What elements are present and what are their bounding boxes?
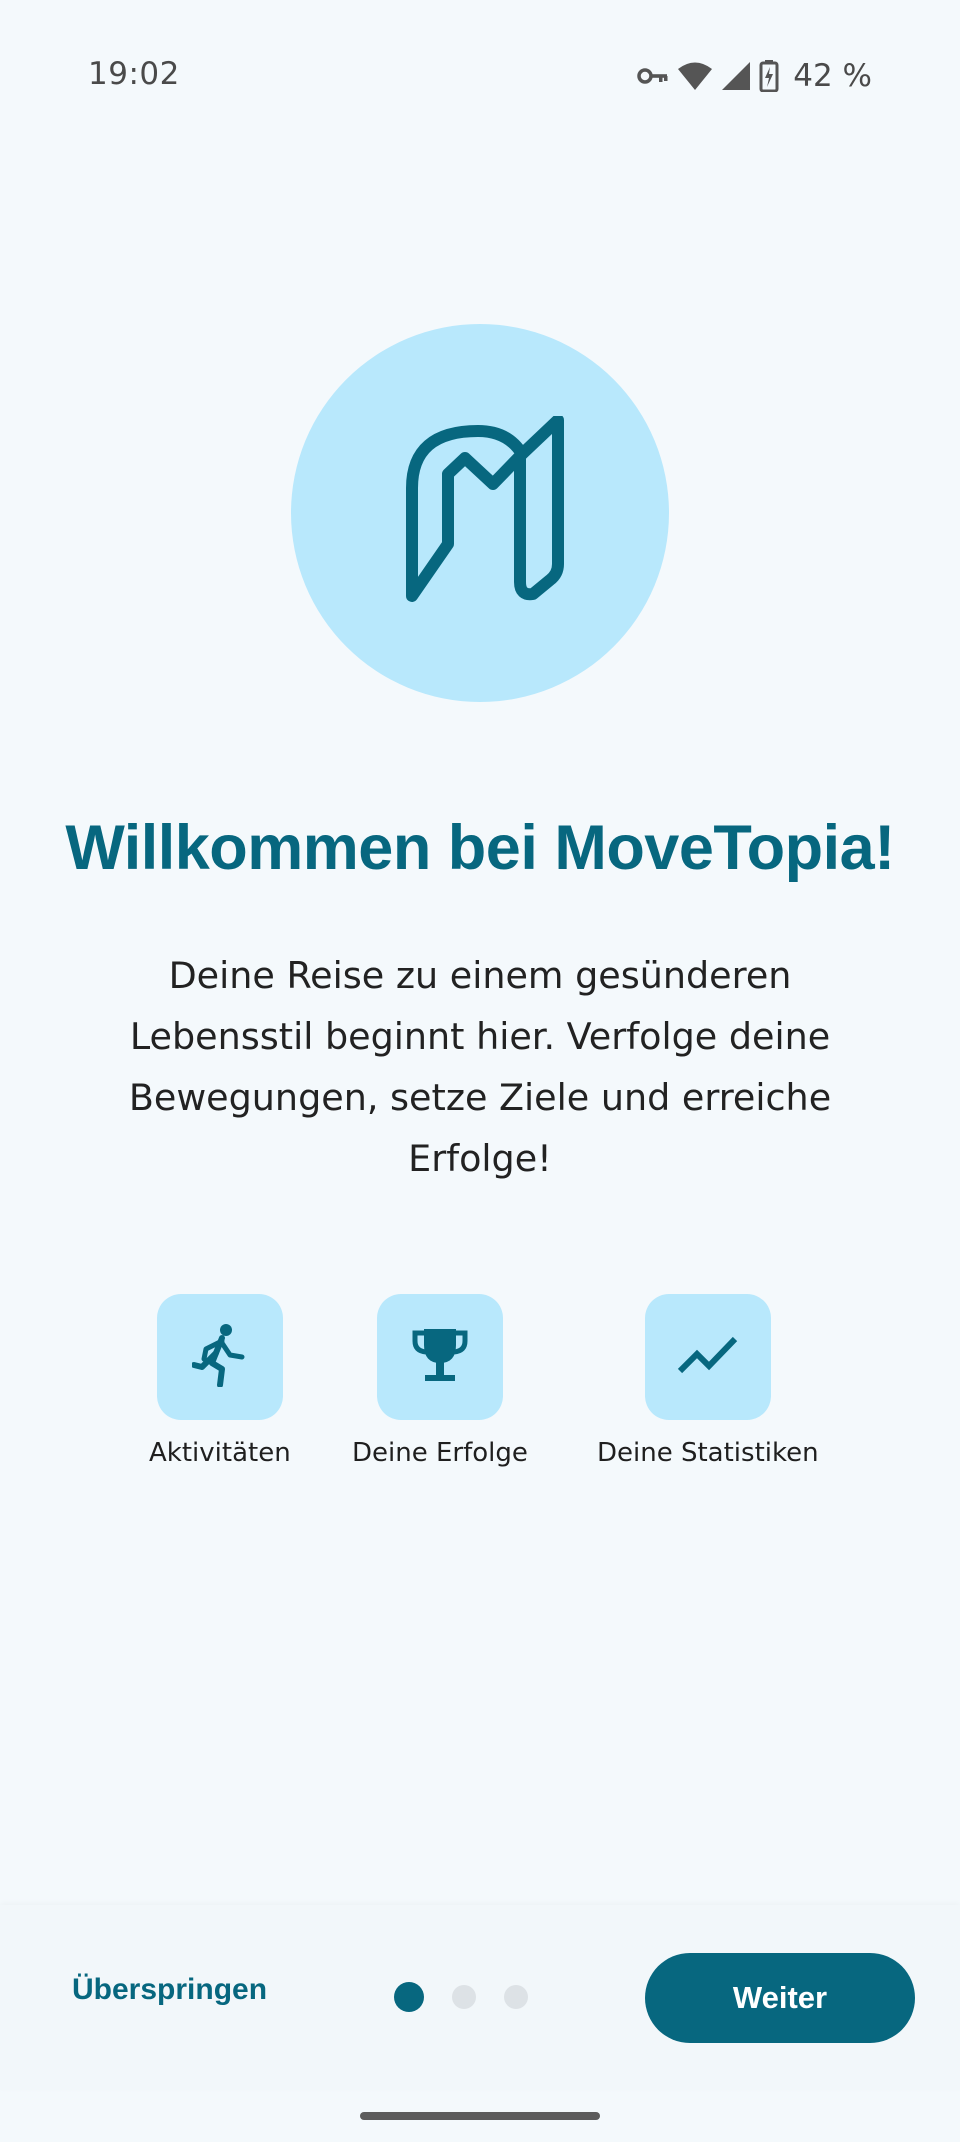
next-button[interactable]: Weiter xyxy=(645,1953,915,2043)
wifi-icon xyxy=(677,61,713,91)
movetopia-logo-icon xyxy=(390,413,570,611)
feature-tile xyxy=(644,1294,771,1420)
welcome-description: Deine Reise zu einem gesünderen Lebensst… xyxy=(128,954,832,1180)
status-bar: 19:02 42 % xyxy=(0,0,960,152)
feature-label: Deine Erfolge xyxy=(352,1438,528,1468)
feature-label: Aktivitäten xyxy=(149,1438,291,1468)
page-indicator xyxy=(394,1982,528,2012)
vpn-key-icon xyxy=(637,66,669,86)
page-dot xyxy=(504,1985,528,2009)
app-logo xyxy=(291,324,669,702)
feature-label: Deine Statistiken xyxy=(597,1438,819,1468)
next-button-label: Weiter xyxy=(732,1980,828,2015)
battery-percentage: 42 % xyxy=(793,58,872,94)
status-time: 19:02 xyxy=(88,56,180,92)
feature-achievements: Deine Erfolge xyxy=(352,1294,528,1468)
feature-tile xyxy=(376,1294,503,1420)
trending-up-icon xyxy=(677,1333,739,1382)
home-indicator[interactable] xyxy=(360,2112,600,2120)
welcome-title: Willkommen bei MoveTopia! xyxy=(65,813,895,883)
feature-tile xyxy=(156,1294,283,1420)
skip-button[interactable]: Überspringen xyxy=(72,1973,267,2007)
status-icons: 42 % xyxy=(637,56,872,96)
trophy-icon xyxy=(412,1325,468,1390)
page-dot xyxy=(452,1985,476,2009)
feature-statistics: Deine Statistiken xyxy=(597,1294,819,1468)
cell-signal-icon xyxy=(721,61,751,91)
battery-charging-icon xyxy=(759,60,779,92)
page-dot-active xyxy=(394,1982,424,2012)
running-icon xyxy=(190,1323,248,1392)
feature-activities: Aktivitäten xyxy=(149,1294,291,1468)
